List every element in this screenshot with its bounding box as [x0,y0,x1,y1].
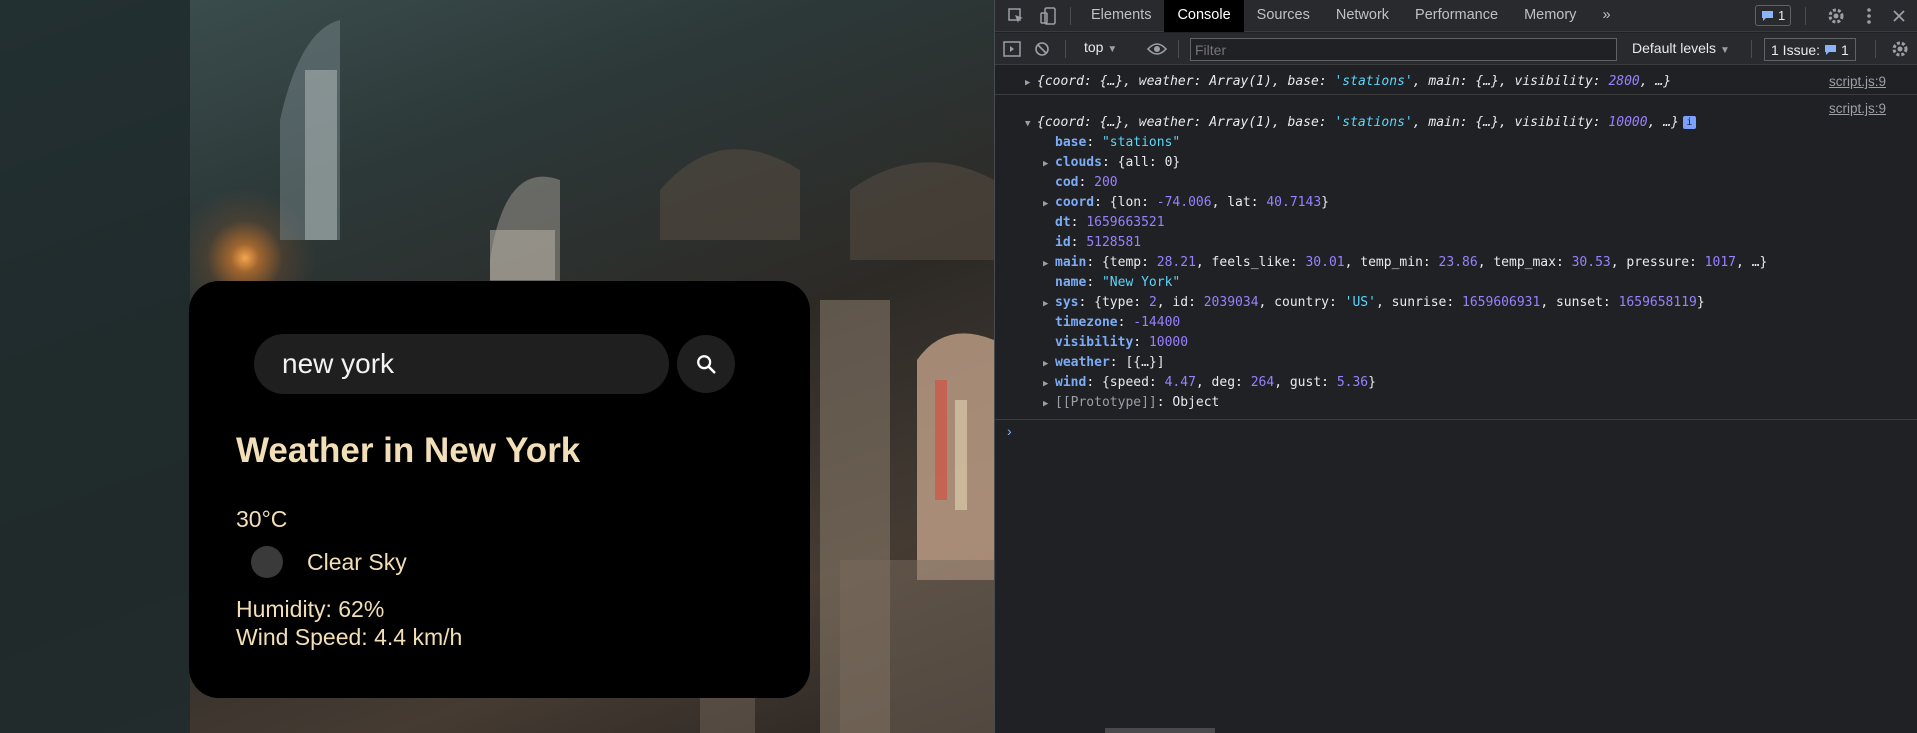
collapse-triangle-icon[interactable]: ▼ [1025,114,1037,134]
city-search-input[interactable] [254,334,669,394]
clear-console-icon[interactable] [1032,39,1052,59]
inspect-element-icon[interactable] [1006,6,1026,26]
prop-weather[interactable]: ▶ weather: [{…}] [995,353,1917,373]
prop-clouds[interactable]: ▶ clouds: {all: 0} [995,153,1917,173]
prop-name: name: "New York" [1055,275,1181,290]
tab-console[interactable]: Console [1164,0,1244,32]
toolbar-separator [1805,7,1806,25]
toolbar-separator [1070,7,1071,25]
log-levels-label: Default levels [1632,40,1717,56]
more-tabs-button[interactable]: » [1589,0,1623,32]
devtools-toolbar: Elements Console Sources Network Perform… [995,0,1917,32]
issues-count: 1 [1841,41,1849,58]
console-settings-gear-icon[interactable] [1890,39,1910,59]
context-select[interactable]: top ▼ [1084,39,1117,55]
search-button[interactable] [677,335,735,393]
console-filter-input[interactable] [1190,38,1617,61]
toolbar-separator [1065,40,1066,58]
horizontal-scrollbar[interactable] [1105,728,1215,733]
devtools-panel: Elements Console Sources Network Perform… [994,0,1917,733]
prop-prototype[interactable]: ▶ [[Prototype]]: Object [995,393,1917,413]
more-options-icon[interactable] [1859,6,1879,26]
temperature: 30°C [236,506,288,532]
context-label: top [1084,39,1104,55]
dropdown-caret-icon: ▼ [1107,44,1118,55]
log-divider [995,419,1917,420]
tab-sources[interactable]: Sources [1244,0,1323,32]
message-icon [1825,44,1837,55]
issues-button[interactable]: 1 Issue: 1 [1764,38,1856,61]
prop-sys[interactable]: ▶ sys: {type: 2, id: 2039034, country: 'U… [995,293,1917,313]
prop-visibility: visibility: 10000 [1055,335,1189,350]
search-row [254,334,735,394]
source-link[interactable]: script.js:9 [1829,72,1886,92]
search-icon [697,355,716,374]
weather-card: Weather in New York 30°C Clear Sky Humid… [189,281,810,698]
weather-icon [251,546,283,578]
toolbar-separator [1751,40,1752,58]
prop-timezone: timezone: -14400 [1055,315,1181,330]
description-row: Clear Sky [251,546,407,578]
log-entry-2[interactable]: ▼ {coord: {…}, weather: Array(1), base: '… [995,113,1917,133]
tab-performance[interactable]: Performance [1402,0,1511,32]
messages-badge[interactable]: 1 [1755,5,1792,26]
prop-coord[interactable]: ▶ coord: {lon: -74.006, lat: 40.7143} [995,193,1917,213]
log-levels-dropdown[interactable]: Default levels ▼ [1632,40,1730,56]
console-output: ▶ {coord: {…}, weather: Array(1), base: '… [995,66,1917,413]
prop-main[interactable]: ▶ main: {temp: 28.21, feels_like: 30.01, … [995,253,1917,273]
prop-id: id: 5128581 [1055,235,1142,250]
messages-count: 1 [1778,8,1786,23]
message-icon [1762,10,1773,21]
expand-triangle-icon[interactable]: ▶ [1025,73,1037,93]
log-entry-1[interactable]: ▶ {coord: {…}, weather: Array(1), base: '… [995,72,1917,92]
tab-memory[interactable]: Memory [1511,0,1589,32]
tab-elements[interactable]: Elements [1078,0,1164,32]
toolbar-separator [1178,40,1179,58]
humidity: Humidity: 62% [236,596,385,622]
device-toolbar-icon[interactable] [1039,6,1059,26]
weather-description: Clear Sky [307,548,407,575]
weather-title: Weather in New York [236,431,581,470]
dropdown-caret-icon: ▼ [1719,45,1730,56]
prop-wind[interactable]: ▶ wind: {speed: 4.47, deg: 264, gust: 5.3… [995,373,1917,393]
sidebar-toggle-icon[interactable] [1002,39,1022,59]
info-icon[interactable]: i [1682,116,1696,129]
tab-network[interactable]: Network [1323,0,1402,32]
settings-gear-icon[interactable] [1826,6,1846,26]
prop-cod: cod: 200 [1055,175,1118,190]
devtools-tabs: Elements Console Sources Network Perform… [1078,0,1624,32]
toolbar-separator [1875,40,1876,58]
live-expression-eye-icon[interactable] [1147,39,1167,59]
wind-speed: Wind Speed: 4.4 km/h [236,624,463,650]
console-prompt[interactable]: › [1007,423,1012,439]
prop-dt: dt: 1659663521 [1055,215,1165,230]
log-divider [995,94,1917,95]
weather-app-pane: Weather in New York 30°C Clear Sky Humid… [0,0,994,733]
close-devtools-icon[interactable] [1889,6,1909,26]
console-filter-bar: top ▼ Default levels ▼ 1 Issue: 1 [995,33,1917,65]
issues-label: 1 Issue: [1771,41,1821,58]
prop-base: base: "stations" [1055,135,1181,150]
